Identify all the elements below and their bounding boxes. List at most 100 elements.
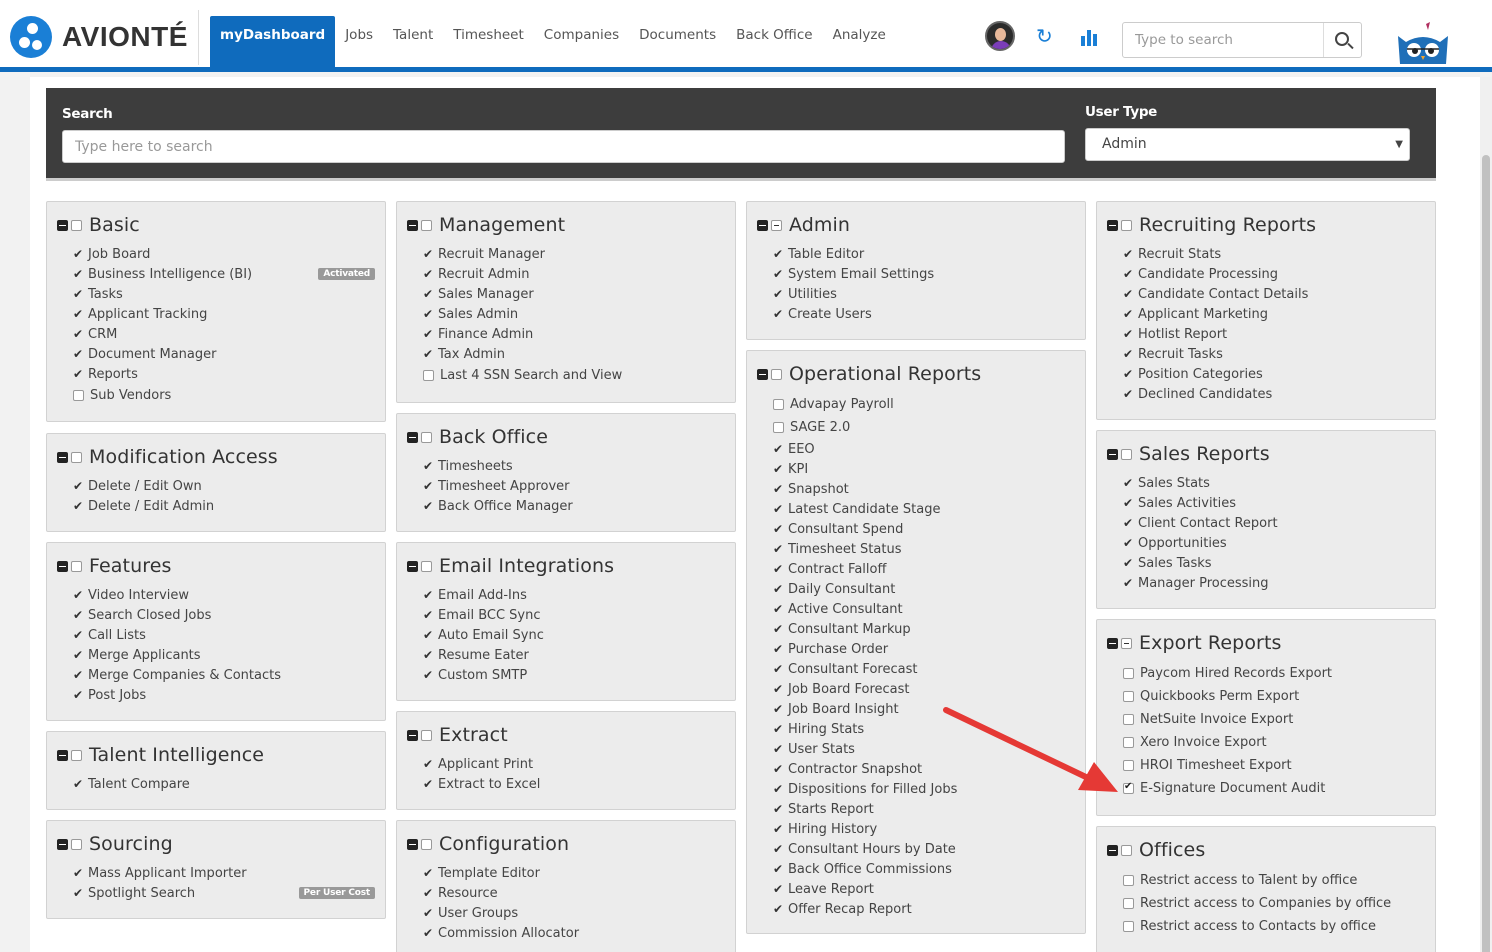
permission-item[interactable]: ✔ Active Consultant (773, 599, 1075, 619)
collapse-icon[interactable] (1107, 448, 1118, 460)
bar-chart-icon[interactable] (1081, 30, 1097, 46)
permission-checkbox[interactable] (1123, 875, 1134, 886)
permission-item[interactable]: Xero Invoice Export (1123, 731, 1425, 754)
permission-item[interactable]: ✔ CRM (73, 324, 375, 344)
collapse-icon[interactable] (757, 219, 768, 231)
permission-item[interactable]: ✔ Tax Admin (423, 344, 725, 364)
tab-back-office[interactable]: Back Office (726, 16, 822, 67)
permission-item[interactable]: Restrict access to Talent by office (1123, 869, 1425, 892)
permission-item[interactable]: ✔ Starts Report (773, 799, 1075, 819)
collapse-icon[interactable] (407, 838, 418, 850)
user-avatar[interactable] (985, 21, 1015, 51)
select-all-checkbox[interactable] (771, 219, 782, 231)
user-type-select[interactable]: Admin ▼ (1085, 128, 1410, 161)
permission-item[interactable]: ✔ Hiring History (773, 819, 1075, 839)
select-all-checkbox[interactable] (71, 451, 82, 463)
permission-checkbox[interactable] (773, 399, 784, 410)
permission-item[interactable]: Paycom Hired Records Export (1123, 662, 1425, 685)
global-search-input[interactable] (1123, 23, 1319, 57)
select-all-checkbox[interactable] (421, 219, 432, 231)
permission-item[interactable]: ✔ Applicant Tracking (73, 304, 375, 324)
permission-item[interactable]: ✔ Merge Companies & Contacts (73, 665, 375, 685)
permission-item[interactable]: ✔ User Groups (423, 903, 725, 923)
permission-item[interactable]: ✔ Extract to Excel (423, 774, 725, 794)
select-all-checkbox[interactable] (1121, 448, 1132, 460)
permission-checkbox[interactable] (423, 370, 434, 381)
permission-item[interactable]: ✔ Spotlight Search Per User Cost (73, 883, 375, 903)
refresh-icon[interactable]: ↻ (1036, 26, 1053, 46)
permission-item[interactable]: ✔ Manager Processing (1123, 573, 1425, 593)
permission-item[interactable]: ✔ Consultant Hours by Date (773, 839, 1075, 859)
permission-checkbox[interactable] (773, 422, 784, 433)
select-all-checkbox[interactable] (71, 838, 82, 850)
permission-item[interactable]: ✔ Recruit Tasks (1123, 344, 1425, 364)
permission-item[interactable]: ✔ Consultant Forecast (773, 659, 1075, 679)
permission-item[interactable]: ✔ Email Add-Ins (423, 585, 725, 605)
permission-item[interactable]: ✔ Document Manager (73, 344, 375, 364)
tab-jobs[interactable]: Jobs (335, 16, 383, 67)
permission-item[interactable]: ✔ Daily Consultant (773, 579, 1075, 599)
permission-item[interactable]: ✔ Delete / Edit Own (73, 476, 375, 496)
permission-item[interactable]: ✔ KPI (773, 459, 1075, 479)
permission-item[interactable]: ✔ Sales Activities (1123, 493, 1425, 513)
permission-item[interactable]: ✔ Utilities (773, 284, 1075, 304)
permission-item[interactable]: NetSuite Invoice Export (1123, 708, 1425, 731)
permission-item[interactable]: ✔ Delete / Edit Admin (73, 496, 375, 516)
owl-mascot-icon[interactable] (1394, 22, 1452, 64)
permission-item[interactable]: ✔ Table Editor (773, 244, 1075, 264)
collapse-icon[interactable] (57, 749, 68, 761)
permission-item[interactable]: ✔ Opportunities (1123, 533, 1425, 553)
permission-item[interactable]: Restrict access to Contacts by office (1123, 915, 1425, 938)
collapse-icon[interactable] (1107, 219, 1118, 231)
select-all-checkbox[interactable] (1121, 844, 1132, 856)
permission-item[interactable]: ✔ Sales Stats (1123, 473, 1425, 493)
permission-item[interactable]: ✔ Call Lists (73, 625, 375, 645)
permission-item[interactable]: ✔ Timesheet Status (773, 539, 1075, 559)
permission-checkbox[interactable] (1123, 898, 1134, 909)
permission-item[interactable]: Restrict access to Companies by office (1123, 892, 1425, 915)
permission-item[interactable]: ✔ Resume Eater (423, 645, 725, 665)
permission-item[interactable]: ✔ Post Jobs (73, 685, 375, 705)
collapse-icon[interactable] (57, 451, 68, 463)
permission-item[interactable]: ✔ Commission Allocator (423, 923, 725, 943)
permission-checkbox[interactable] (1123, 668, 1134, 679)
brand-name[interactable]: AVIONTÉ (62, 21, 188, 53)
permission-item[interactable]: ✔ Consultant Spend (773, 519, 1075, 539)
select-all-checkbox[interactable] (71, 560, 82, 572)
permission-item[interactable]: Sub Vendors (73, 384, 375, 407)
collapse-icon[interactable] (757, 368, 768, 380)
permission-item[interactable]: ✔ Template Editor (423, 863, 725, 883)
permission-item[interactable]: ✔ Position Categories (1123, 364, 1425, 384)
permission-item[interactable]: ✔ Mass Applicant Importer (73, 863, 375, 883)
permission-item[interactable]: ✔ Auto Email Sync (423, 625, 725, 645)
permission-item[interactable]: ✔ Contract Falloff (773, 559, 1075, 579)
permission-item[interactable]: ✔ Client Contact Report (1123, 513, 1425, 533)
permission-item[interactable]: ✔ Latest Candidate Stage (773, 499, 1075, 519)
permission-item[interactable]: ✔ Search Closed Jobs (73, 605, 375, 625)
select-all-checkbox[interactable] (771, 368, 782, 380)
permission-item[interactable]: ✔ Custom SMTP (423, 665, 725, 685)
permission-item[interactable]: ✔ Recruit Admin (423, 264, 725, 284)
permission-item[interactable]: Quickbooks Perm Export (1123, 685, 1425, 708)
permission-item[interactable]: ✔ Business Intelligence (BI) Activated (73, 264, 375, 284)
permission-item[interactable]: ✔ Consultant Markup (773, 619, 1075, 639)
select-all-checkbox[interactable] (1121, 219, 1132, 231)
tab-analyze[interactable]: Analyze (823, 16, 896, 67)
permission-item[interactable]: ✔ Reports (73, 364, 375, 384)
collapse-icon[interactable] (57, 838, 68, 850)
collapse-icon[interactable] (1107, 637, 1118, 649)
page-scrollbar[interactable] (1480, 77, 1492, 952)
tab-talent[interactable]: Talent (383, 16, 443, 67)
permission-item[interactable]: ✔ Create Users (773, 304, 1075, 324)
permission-item[interactable]: E-Signature Document Audit (1123, 777, 1425, 800)
select-all-checkbox[interactable] (421, 431, 432, 443)
collapse-icon[interactable] (407, 431, 418, 443)
collapse-icon[interactable] (407, 219, 418, 231)
permission-item[interactable]: Last 4 SSN Search and View (423, 364, 725, 387)
permission-item[interactable]: Advapay Payroll (773, 393, 1075, 416)
permission-item[interactable]: HROI Timesheet Export (1123, 754, 1425, 777)
select-all-checkbox[interactable] (421, 838, 432, 850)
permission-item[interactable]: ✔ Snapshot (773, 479, 1075, 499)
permission-item[interactable]: ✔ Hotlist Report (1123, 324, 1425, 344)
permission-item[interactable]: ✔ Job Board (73, 244, 375, 264)
